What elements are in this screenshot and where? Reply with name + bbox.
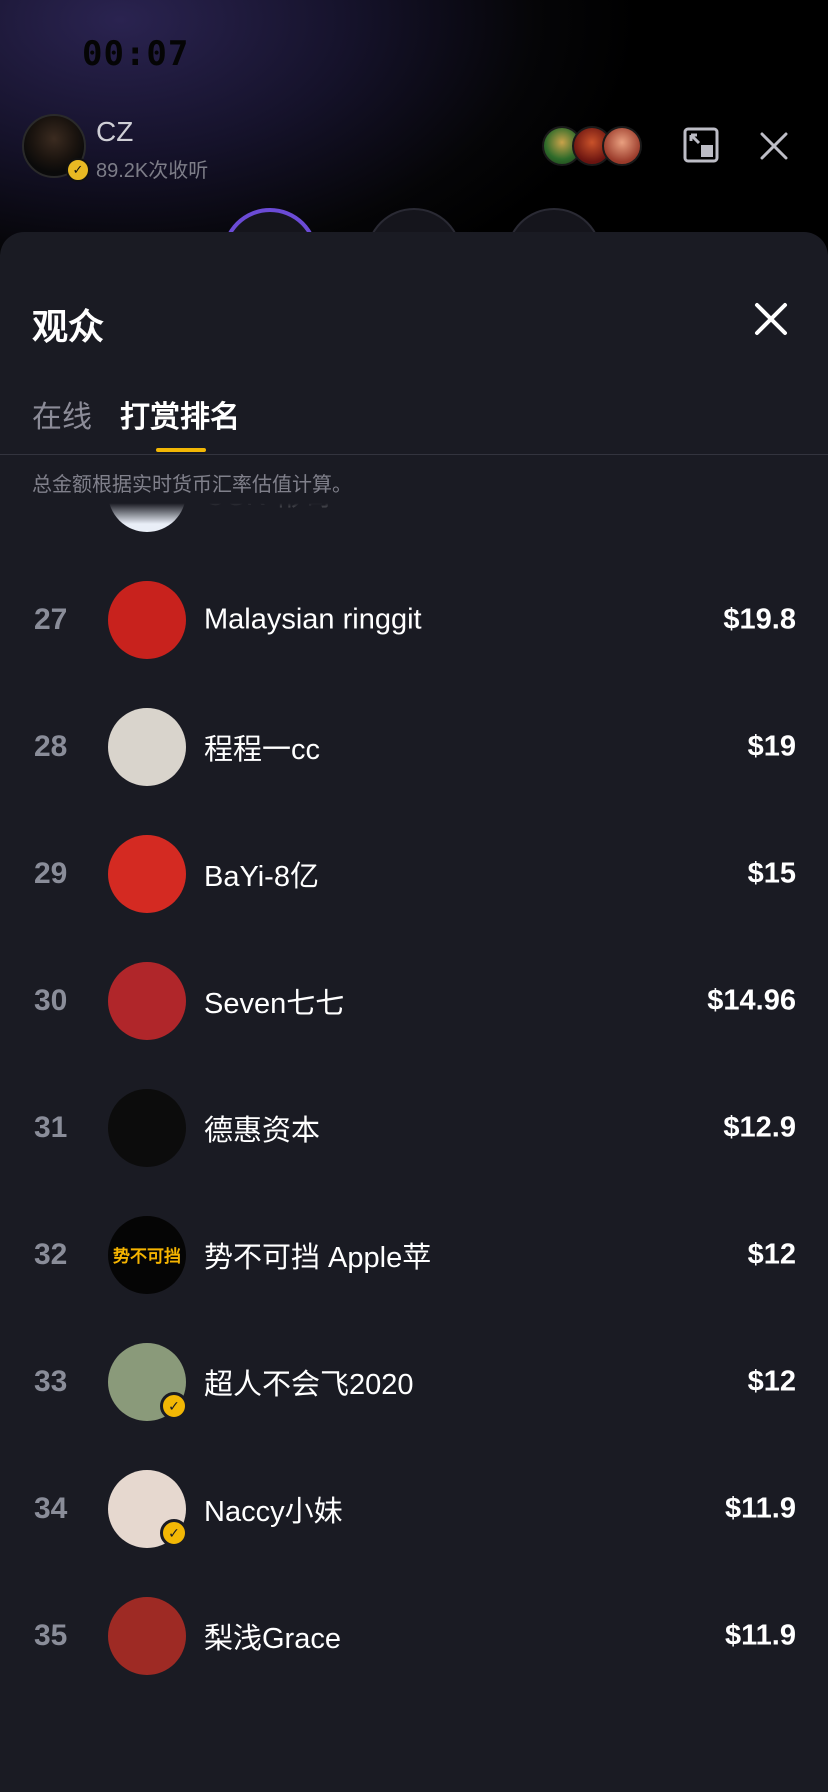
rank-number: 30 — [34, 983, 68, 1017]
user-name[interactable]: Seven七七 — [204, 980, 344, 1022]
tip-amount: $11.9 — [725, 1492, 796, 1524]
top-listener-avatars[interactable] — [542, 126, 642, 168]
user-name[interactable]: 势不可挡 Apple苹 — [204, 1234, 431, 1276]
user-name[interactable]: Malaysian ringgit — [204, 603, 422, 636]
list-item[interactable]: 30 Seven七七 $14.96 — [0, 937, 828, 1064]
user-avatar[interactable] — [108, 834, 186, 913]
user-name[interactable]: 超人不会飞2020 — [204, 1361, 414, 1403]
rank-number: 29 — [34, 856, 68, 890]
tip-amount: $19.8 — [723, 603, 796, 635]
tip-amount: $19 — [747, 730, 796, 762]
tab-divider — [0, 454, 828, 455]
user-name[interactable]: 德惠资本 — [204, 1107, 320, 1149]
rank-number: 33 — [34, 1364, 68, 1398]
user-avatar[interactable] — [108, 961, 186, 1040]
rank-number: 32 — [34, 1237, 68, 1271]
rank-number: 28 — [34, 729, 68, 763]
list-item[interactable]: 34 ✓ Naccy小妹 $11.9 — [0, 1445, 828, 1572]
currency-note: 总金额根据实时货币汇率估值计算。 — [32, 474, 352, 496]
audience-sheet: 观众 在线 打赏排名 总金额根据实时货币汇率估值计算。 26OSKOSK-彬哥$… — [0, 232, 828, 1792]
tip-amount: $11.9 — [725, 1619, 796, 1651]
list-item[interactable]: 31 德惠资本 $12.9 — [0, 1064, 828, 1191]
list-item[interactable]: 32 势不可挡 势不可挡 Apple苹 $12 — [0, 1191, 828, 1318]
rank-number: 35 — [34, 1618, 68, 1652]
user-avatar[interactable] — [108, 580, 186, 659]
close-icon[interactable] — [752, 300, 790, 338]
user-name[interactable]: 梨浅Grace — [204, 1615, 341, 1657]
rank-number: 31 — [34, 1110, 68, 1144]
verified-badge-icon: ✓ — [160, 1392, 188, 1420]
rank-number: 27 — [34, 602, 68, 636]
list-item[interactable]: 35 梨浅Grace $11.9 — [0, 1572, 828, 1699]
list-item[interactable]: 29 BaYi-8亿 $15 — [0, 810, 828, 937]
list-item[interactable]: 28 程程一cc $19 — [0, 683, 828, 810]
ranking-list[interactable]: 26OSKOSK-彬哥$19.827Malaysian ringgit$19.8… — [0, 498, 828, 1792]
tip-amount: $14.96 — [707, 984, 796, 1016]
host-name[interactable]: CZ — [96, 116, 133, 148]
active-tab-indicator — [156, 448, 206, 452]
tab-tip-ranking[interactable]: 打赏排名 — [120, 392, 240, 436]
tab-online[interactable]: 在线 — [32, 392, 92, 436]
list-item[interactable]: 33 ✓ 超人不会飞2020 $12 — [0, 1318, 828, 1445]
top-listener-avatar — [602, 126, 642, 166]
user-name[interactable]: Naccy小妹 — [204, 1488, 343, 1530]
avatar-label: 势不可挡 — [113, 1247, 181, 1266]
stream-timer: 00:07 — [82, 34, 190, 74]
rank-number: 34 — [34, 1491, 68, 1525]
user-name[interactable]: 程程一cc — [204, 726, 320, 768]
user-avatar[interactable] — [108, 1088, 186, 1167]
tip-amount: $12 — [747, 1238, 796, 1270]
tip-amount: $12.9 — [723, 1111, 796, 1143]
sheet-title: 观众 — [32, 306, 105, 347]
user-avatar[interactable] — [108, 707, 186, 786]
verified-badge-icon: ✓ — [66, 158, 90, 182]
user-avatar[interactable]: 势不可挡 — [108, 1215, 186, 1294]
list-fade — [0, 498, 828, 524]
tip-amount: $15 — [747, 857, 796, 889]
picture-in-picture-icon[interactable] — [682, 126, 720, 164]
tip-amount: $12 — [747, 1365, 796, 1397]
list-item[interactable]: 27 Malaysian ringgit $19.8 — [0, 556, 828, 683]
user-name[interactable]: BaYi-8亿 — [204, 853, 319, 895]
close-icon[interactable] — [756, 128, 792, 164]
user-avatar[interactable] — [108, 1596, 186, 1675]
verified-badge-icon: ✓ — [160, 1519, 188, 1547]
host-listen-count: 89.2K次收听 — [96, 160, 209, 182]
